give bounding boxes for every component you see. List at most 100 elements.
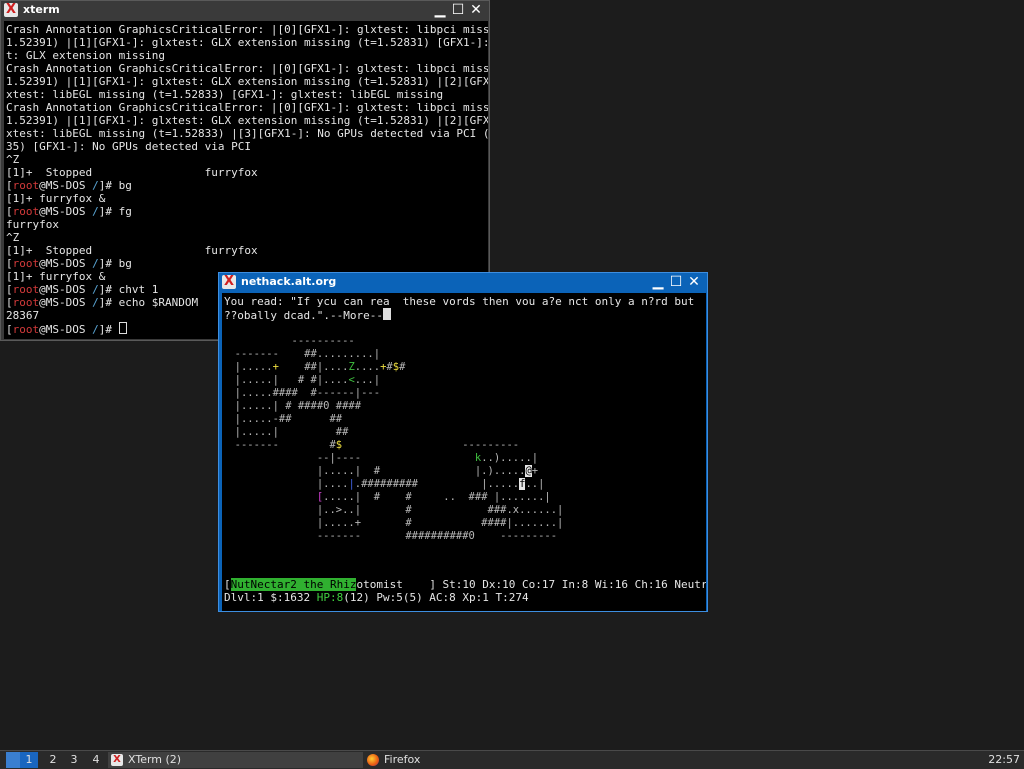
prompt-path: /	[92, 283, 99, 296]
terminal-line: t: GLX extension missing	[6, 49, 165, 62]
maximize-icon[interactable]: ☐	[449, 1, 467, 19]
prompt-bracket: [	[6, 323, 13, 336]
prompt-suffix: ]#	[98, 296, 119, 309]
terminal-line: ^Z	[6, 231, 20, 244]
window-title: nethack.alt.org	[241, 275, 337, 288]
command-text: bg	[118, 179, 132, 192]
firefox-icon	[367, 754, 379, 766]
dungeon-level-gold: Dlvl:1 $:1632	[224, 591, 317, 604]
prompt-path: /	[92, 179, 99, 192]
x-app-icon: X	[222, 274, 236, 289]
clock: 22:57	[988, 753, 1020, 766]
prompt-user: root	[12, 205, 40, 218]
prompt-host: @MS-DOS	[39, 205, 86, 218]
map-row: |..>..| # ###.x......|	[222, 504, 564, 516]
map-row: ------- ##########0 ---------	[222, 530, 558, 542]
prompt-bracket: [	[6, 296, 13, 309]
map-row: |.....| # #|....<...|	[222, 374, 381, 386]
dungeon-map: ---------- ------- ##.........| |.....+ …	[222, 335, 704, 575]
task-label: Firefox	[384, 753, 421, 766]
status-line-1: [NutNectar2 the Rhizotomist ] St:10 Dx:1…	[224, 578, 706, 591]
prompt-suffix: ]#	[98, 283, 119, 296]
minimize-icon[interactable]: ▁	[649, 273, 667, 291]
prompt-user: root	[12, 257, 40, 270]
workspace-1[interactable]: 1	[20, 752, 38, 768]
terminal-cursor	[382, 308, 391, 320]
map-row: ------- #$ ---------	[222, 439, 520, 451]
nethack-window[interactable]: X nethack.alt.org ▁ ☐ ✕ You read: "If yc…	[218, 272, 708, 612]
task-firefox[interactable]: Firefox	[364, 752, 624, 768]
character-name-highlight: NutNectar2 the Rhiz	[230, 578, 357, 591]
prompt-user: root	[12, 179, 40, 192]
terminal-line: 1.52391) |[1][GFX1-]: glxtest: GLX exten…	[6, 75, 488, 88]
map-row: |....|.######### |.....f..|	[222, 478, 545, 490]
terminal-line: [1]+ furryfox &	[6, 192, 106, 205]
workspace-2[interactable]: 2	[44, 752, 62, 768]
terminal-line: [1]+ Stopped furryfox	[6, 166, 258, 179]
nethack-titlebar[interactable]: X nethack.alt.org ▁ ☐ ✕	[219, 273, 707, 291]
terminal-line: xtest: libEGL missing (t=1.52833) [GFX1-…	[6, 88, 444, 101]
map-row: |.....-## ##	[222, 413, 343, 425]
map-row: --|---- k..).....|	[222, 452, 539, 464]
prompt-user: root	[12, 296, 40, 309]
terminal-line: xtest: libEGL missing (t=1.52833) |[3][G…	[6, 127, 488, 140]
close-icon[interactable]: ✕	[467, 1, 485, 19]
message-line: ??obally dcad.".--More--	[224, 308, 706, 322]
prompt-suffix: ]#	[98, 257, 119, 270]
map-row: |.....| # ####0 ####	[222, 400, 362, 412]
map-row: ------- ##.........|	[222, 348, 381, 360]
terminal-cursor[interactable]	[118, 322, 127, 334]
xterm-titlebar[interactable]: X xterm ▁ ☐ ✕	[1, 1, 489, 19]
prompt-line: [root@MS-DOS /]# bg	[6, 179, 488, 192]
prompt-path: /	[92, 205, 99, 218]
map-row: |.....+ ##|....Z....+#$#	[222, 361, 406, 373]
command-text: echo $RANDOM	[118, 296, 199, 309]
prompt-user: root	[12, 283, 40, 296]
terminal-line: furryfox	[6, 218, 59, 231]
prompt-path: /	[92, 323, 99, 336]
terminal-line: 1.52391) |[1][GFX1-]: glxtest: GLX exten…	[6, 36, 488, 49]
map-row: ----------	[222, 335, 355, 347]
maximize-icon[interactable]: ☐	[667, 273, 685, 291]
workspace-3[interactable]: 3	[65, 752, 83, 768]
map-row: |.....| ##	[222, 426, 349, 438]
terminal-line: [1]+ Stopped furryfox	[6, 244, 258, 257]
status-line-2: Dlvl:1 $:1632 HP:8(12) Pw:5(5) AC:8 Xp:1…	[224, 591, 706, 604]
prompt-path: /	[92, 296, 99, 309]
hit-points: HP:8	[316, 591, 344, 604]
map-row: [.....| # # .. ### |.......|	[316, 491, 551, 503]
window-title: xterm	[23, 3, 60, 16]
status-bracket: [	[224, 578, 231, 591]
map-row: |.....#### #------|---	[222, 387, 381, 399]
terminal-line: Crash Annotation GraphicsCriticalError: …	[6, 62, 488, 75]
prompt-host: @MS-DOS	[39, 257, 86, 270]
prompt-line: [root@MS-DOS /]# fg	[6, 205, 488, 218]
xterm-icon: X	[111, 754, 123, 766]
message-line: You read: "If ycu can rea these vords th…	[224, 295, 695, 308]
terminal-line: Crash Annotation GraphicsCriticalError: …	[6, 101, 488, 114]
terminal-line: 1.52391) |[1][GFX1-]: glxtest: GLX exten…	[6, 114, 488, 127]
minimize-icon[interactable]: ▁	[431, 1, 449, 19]
prompt-bracket: [	[6, 283, 13, 296]
x-app-icon: X	[4, 2, 18, 17]
prompt-bracket: [	[6, 179, 13, 192]
prompt-host: @MS-DOS	[39, 296, 86, 309]
command-text: chvt 1	[118, 283, 159, 296]
workspace-1-indicator[interactable]	[6, 752, 20, 768]
prompt-suffix: ]#	[98, 179, 119, 192]
prompt-suffix: ]#	[98, 323, 119, 336]
task-xterm[interactable]: X XTerm (2)	[108, 752, 363, 768]
prompt-host: @MS-DOS	[39, 323, 86, 336]
character-status-values: (12) Pw:5(5) AC:8 Xp:1 T:274	[343, 591, 529, 604]
terminal-line: Crash Annotation GraphicsCriticalError: …	[6, 23, 488, 36]
command-text: bg	[118, 257, 132, 270]
prompt-bracket: [	[6, 205, 13, 218]
close-icon[interactable]: ✕	[685, 273, 703, 291]
nethack-screen[interactable]: You read: "If ycu can rea these vords th…	[222, 293, 706, 611]
prompt-host: @MS-DOS	[39, 283, 86, 296]
prompt-user: root	[12, 323, 40, 336]
status-area: [NutNectar2 the Rhizotomist ] St:10 Dx:1…	[224, 578, 706, 604]
workspace-4[interactable]: 4	[87, 752, 105, 768]
prompt-suffix: ]#	[98, 205, 119, 218]
more-prompt: ??obally dcad.".--More--	[224, 309, 383, 322]
